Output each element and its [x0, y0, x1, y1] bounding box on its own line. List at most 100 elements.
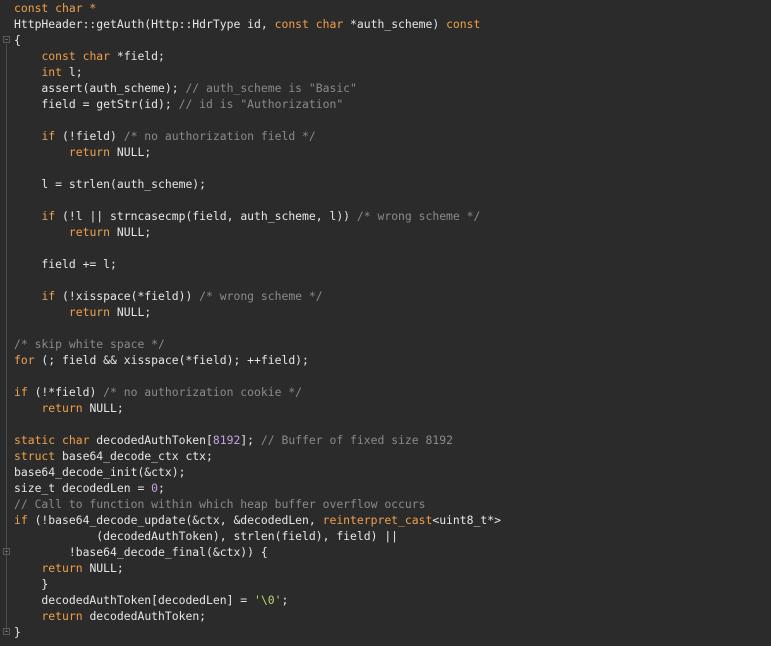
fold-guide-line: [6, 44, 7, 632]
code-token: '\0': [254, 593, 282, 607]
fold-gutter: [0, 0, 12, 646]
code-token: // Call to function within which heap bu…: [14, 497, 426, 511]
code-line[interactable]: if (!base64_decode_update(&ctx, &decoded…: [14, 512, 771, 528]
code-token: /* skip white space */: [14, 337, 165, 351]
code-token: return: [41, 401, 83, 415]
code-line[interactable]: const char *: [14, 0, 771, 16]
code-area[interactable]: const char * HttpHeader::getAuth(Http::Hd…: [14, 0, 771, 640]
code-token: for: [14, 353, 35, 367]
code-token: }: [14, 625, 21, 639]
code-line[interactable]: [14, 272, 771, 288]
code-token: NULL;: [82, 561, 124, 575]
code-editor[interactable]: const char * HttpHeader::getAuth(Http::Hd…: [0, 0, 771, 646]
code-token: decodedAuthToken[: [89, 433, 213, 447]
code-line[interactable]: [14, 320, 771, 336]
code-line[interactable]: static char decodedAuthToken[8192]; // B…: [14, 432, 771, 448]
code-token: if: [14, 385, 28, 399]
code-token: if: [14, 513, 28, 527]
code-token: assert(auth_scheme);: [14, 81, 186, 95]
code-token: if: [41, 289, 56, 303]
code-line[interactable]: if (!field) /* no authorization field */: [14, 128, 771, 144]
code-token: const char: [274, 17, 344, 31]
code-line[interactable]: return NULL;: [14, 304, 771, 320]
code-token: /* wrong scheme */: [199, 289, 323, 303]
code-line[interactable]: [14, 192, 771, 208]
code-token: return: [68, 145, 111, 159]
fold-toggle-icon[interactable]: [3, 628, 10, 635]
code-token: NULL;: [110, 305, 152, 319]
code-line[interactable]: return NULL;: [14, 400, 771, 416]
code-line[interactable]: field += l;: [14, 256, 771, 272]
code-token: return: [41, 609, 83, 623]
code-token: return: [41, 561, 83, 575]
code-token: base64_decode_init(&ctx);: [14, 465, 186, 479]
code-line[interactable]: [14, 240, 771, 256]
code-token: (; field && xisspace(*field); ++field);: [34, 353, 309, 367]
code-line[interactable]: /* skip white space */: [14, 336, 771, 352]
code-line[interactable]: return decodedAuthToken;: [14, 608, 771, 624]
code-token: int: [41, 65, 63, 79]
code-line[interactable]: int l;: [14, 64, 771, 80]
code-token: l;: [62, 65, 83, 79]
code-line[interactable]: decodedAuthToken[decodedLen] = '\0';: [14, 592, 771, 608]
fold-toggle-icon[interactable]: [3, 36, 10, 43]
code-line[interactable]: // Call to function within which heap bu…: [14, 496, 771, 512]
code-token: HttpHeader::getAuth(Http::HdrType id,: [14, 17, 275, 31]
code-line[interactable]: if (!l || strncasecmp(field, auth_scheme…: [14, 208, 771, 224]
code-line[interactable]: return NULL;: [14, 144, 771, 160]
code-line[interactable]: field = getStr(id); // id is "Authorizat…: [14, 96, 771, 112]
code-line[interactable]: l = strlen(auth_scheme);: [14, 176, 771, 192]
code-token: (!*field): [27, 385, 104, 399]
code-line[interactable]: size_t decodedLen = 0;: [14, 480, 771, 496]
code-line[interactable]: [14, 160, 771, 176]
code-token: const char *: [14, 1, 97, 15]
code-line[interactable]: }: [14, 576, 771, 592]
code-token: NULL;: [110, 225, 152, 239]
code-line[interactable]: for (; field && xisspace(*field); ++fiel…: [14, 352, 771, 368]
code-token: 8192: [212, 433, 241, 447]
code-line[interactable]: HttpHeader::getAuth(Http::HdrType id, co…: [14, 16, 771, 32]
fold-toggle-icon[interactable]: [3, 548, 10, 555]
code-token: }: [14, 577, 49, 591]
code-token: (!xisspace(*field)): [55, 289, 200, 303]
code-token: const: [446, 17, 481, 31]
code-line[interactable]: !base64_decode_final(&ctx)) {: [14, 544, 771, 560]
code-token: if: [41, 209, 56, 223]
code-token: 0: [151, 481, 159, 495]
code-token: // id is "Authorization": [178, 97, 344, 111]
code-line[interactable]: [14, 368, 771, 384]
code-token: ];: [240, 433, 261, 447]
code-token: /* wrong scheme */: [356, 209, 481, 223]
code-line[interactable]: return NULL;: [14, 224, 771, 240]
code-line[interactable]: {: [14, 32, 771, 48]
code-line[interactable]: if (!*field) /* no authorization cookie …: [14, 384, 771, 400]
code-line[interactable]: assert(auth_scheme); // auth_scheme is "…: [14, 80, 771, 96]
code-token: *auth_scheme): [343, 17, 447, 31]
code-line[interactable]: return NULL;: [14, 560, 771, 576]
code-token: // auth_scheme is "Basic": [185, 81, 357, 95]
code-line[interactable]: base64_decode_init(&ctx);: [14, 464, 771, 480]
code-token: field += l;: [14, 257, 117, 271]
code-token: ;: [158, 481, 165, 495]
code-line[interactable]: [14, 416, 771, 432]
code-token: <uint8_t*>: [432, 513, 501, 527]
code-line[interactable]: }: [14, 624, 771, 640]
code-line[interactable]: if (!xisspace(*field)) /* wrong scheme *…: [14, 288, 771, 304]
code-token: /* no authorization field */: [123, 129, 316, 143]
code-token: /* no authorization cookie */: [103, 385, 303, 399]
code-token: if: [41, 129, 56, 143]
code-line[interactable]: [14, 112, 771, 128]
code-token: ;: [281, 593, 289, 607]
code-line[interactable]: (decodedAuthToken), strlen(field), field…: [14, 528, 771, 544]
code-line[interactable]: const char *field;: [14, 48, 771, 64]
code-token: (!field): [55, 129, 124, 143]
code-line[interactable]: struct base64_decode_ctx ctx;: [14, 448, 771, 464]
